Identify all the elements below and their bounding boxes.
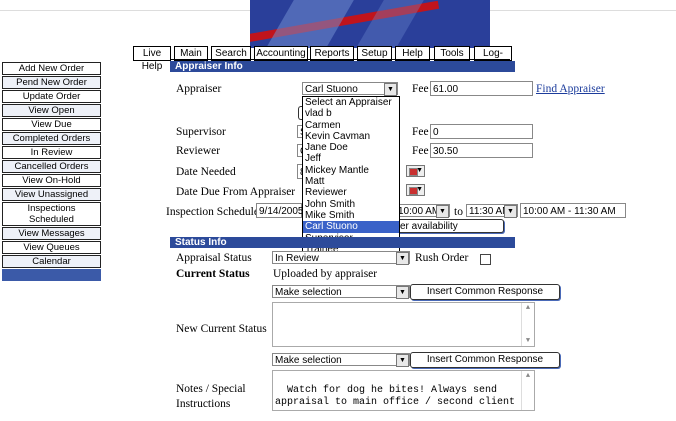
- sidebar-item-update-order[interactable]: Update Order: [2, 90, 101, 103]
- sidebar-item-inspections-scheduled[interactable]: Inspections Scheduled: [2, 202, 101, 226]
- dropdown-option[interactable]: Carmen: [303, 120, 399, 131]
- nav-underline: [170, 59, 510, 60]
- dropdown-option[interactable]: Matt: [303, 176, 399, 187]
- sidebar-item-in-review[interactable]: In Review: [2, 146, 101, 159]
- dropdown-option[interactable]: Select an Appraiser: [303, 97, 399, 108]
- notes-text: Watch for dog he bites! Always send appr…: [275, 385, 516, 408]
- sidebar-item-view-open[interactable]: View Open: [2, 104, 101, 117]
- dropdown-option[interactable]: Jane Doe: [303, 142, 399, 153]
- to-label: to: [454, 206, 463, 218]
- current-status-label: Current Status: [176, 268, 250, 280]
- appraisal-status-value: In Review: [275, 253, 319, 264]
- dropdown-option-selected[interactable]: Carl Stuono: [303, 221, 399, 233]
- dropdown-option[interactable]: vlad b: [303, 108, 399, 119]
- notes-label-line-2: Instructions: [176, 398, 231, 410]
- dropdown-option[interactable]: Kevin Cavman: [303, 131, 399, 142]
- appraisal-status-label: Appraisal Status: [176, 252, 252, 264]
- calendar-icon[interactable]: ▼: [406, 184, 425, 196]
- chevron-down-icon: ▼: [396, 354, 409, 367]
- sidebar-footer-bar: [2, 269, 101, 281]
- time-from-value: 10:00 AM: [398, 206, 441, 217]
- sidebar-item-completed-orders[interactable]: Completed Orders: [2, 132, 101, 145]
- status-make-selection-value: Make selection: [275, 287, 342, 298]
- find-appraiser-link[interactable]: Find Appraiser: [536, 83, 605, 95]
- rush-order-label: Rush Order: [415, 252, 469, 264]
- notes-label-line-1: Notes / Special: [176, 383, 246, 395]
- dropdown-option[interactable]: Reviewer: [303, 187, 399, 198]
- scroll-down-icon: ▼: [525, 337, 531, 345]
- sidebar-item-pend-new-order[interactable]: Pend New Order: [2, 76, 101, 89]
- calendar-icon[interactable]: ▼: [406, 165, 425, 177]
- reviewer-fee-input[interactable]: 30.50: [430, 143, 533, 158]
- current-status-value: Uploaded by appraiser: [273, 268, 378, 280]
- dropdown-option[interactable]: Jeff: [303, 153, 399, 164]
- notes-textarea[interactable]: Watch for dog he bites! Always send appr…: [272, 370, 535, 411]
- appraiser-select[interactable]: Carl Stuono ▼: [302, 82, 398, 96]
- sidebar-item-calendar[interactable]: Calendar: [2, 255, 101, 268]
- time-range-input[interactable]: 10:00 AM - 11:30 AM: [520, 203, 626, 218]
- sidebar-item-view-messages[interactable]: View Messages: [2, 227, 101, 240]
- sidebar-item-cancelled-orders[interactable]: Cancelled Orders: [2, 160, 101, 173]
- status-make-selection-select[interactable]: Make selection ▼: [272, 285, 410, 299]
- dropdown-option[interactable]: Mike Smith: [303, 210, 399, 221]
- textarea-scrollbar[interactable]: ▲ ▼: [521, 303, 534, 346]
- new-current-status-label: New Current Status: [176, 323, 267, 335]
- sidebar-item-view-on-hold[interactable]: View On-Hold: [2, 174, 101, 187]
- inspection-date-input[interactable]: 9/14/2005: [256, 203, 304, 218]
- notes-make-selection-select[interactable]: Make selection ▼: [272, 353, 410, 367]
- time-from-select[interactable]: 10:00 AM ▼: [398, 204, 450, 218]
- inspection-scheduled-label: Inspection Scheduled: [166, 206, 265, 218]
- check-availability-button[interactable]: er availability: [392, 219, 504, 233]
- scroll-up-icon: ▲: [525, 304, 531, 312]
- appraiser-dropdown-list: Select an Appraiser vlad b Carmen Kevin …: [302, 96, 400, 257]
- reviewer-label: Reviewer: [176, 145, 221, 157]
- appraiser-label: Appraiser: [176, 83, 222, 95]
- rush-order-checkbox[interactable]: [480, 254, 491, 265]
- new-current-status-textarea[interactable]: ▲ ▼: [272, 302, 535, 347]
- reviewer-fee-label: Fee: [412, 145, 429, 157]
- sidebar-item-view-due[interactable]: View Due: [2, 118, 101, 131]
- time-to-select[interactable]: 11:30 AM ▼: [466, 204, 518, 218]
- header-banner: [250, 0, 490, 48]
- dropdown-option[interactable]: Mickey Mantle: [303, 165, 399, 176]
- appraiser-fee-label: Fee: [412, 83, 429, 95]
- sidebar: Add New Order Pend New Order Update Orde…: [2, 62, 101, 282]
- sidebar-item-view-unassigned[interactable]: View Unassigned: [2, 188, 101, 201]
- supervisor-fee-label: Fee: [412, 126, 429, 138]
- sidebar-item-view-queues[interactable]: View Queues: [2, 241, 101, 254]
- chevron-down-icon: ▼: [384, 83, 397, 96]
- chevron-down-icon: ▼: [504, 205, 517, 218]
- chevron-down-icon: ▼: [396, 252, 409, 265]
- sidebar-item-add-new-order[interactable]: Add New Order: [2, 62, 101, 75]
- appraiser-fee-input[interactable]: 61.00: [430, 81, 533, 96]
- supervisor-fee-input[interactable]: 0: [430, 124, 533, 139]
- date-due-label: Date Due From Appraiser: [176, 186, 296, 198]
- notes-make-selection-value: Make selection: [275, 355, 342, 366]
- chevron-down-icon: ▼: [436, 205, 449, 218]
- nav-live-help[interactable]: Live Help: [133, 46, 171, 72]
- dropdown-option[interactable]: John Smith: [303, 199, 399, 210]
- supervisor-label: Supervisor: [176, 126, 226, 138]
- appraiser-select-value: Carl Stuono: [305, 84, 358, 95]
- chevron-down-icon: ▼: [396, 286, 409, 299]
- date-needed-label: Date Needed: [176, 166, 236, 178]
- appraiser-info-header: Appraiser Info: [170, 61, 515, 72]
- status-info-header: Status Info: [170, 237, 515, 248]
- textarea-scrollbar[interactable]: ▲: [521, 371, 534, 410]
- scroll-up-icon: ▲: [525, 372, 531, 380]
- appraisal-status-select[interactable]: In Review ▼: [272, 251, 410, 265]
- insert-common-response-button[interactable]: Insert Common Response: [410, 284, 560, 300]
- insert-common-response-button-2[interactable]: Insert Common Response: [410, 352, 560, 368]
